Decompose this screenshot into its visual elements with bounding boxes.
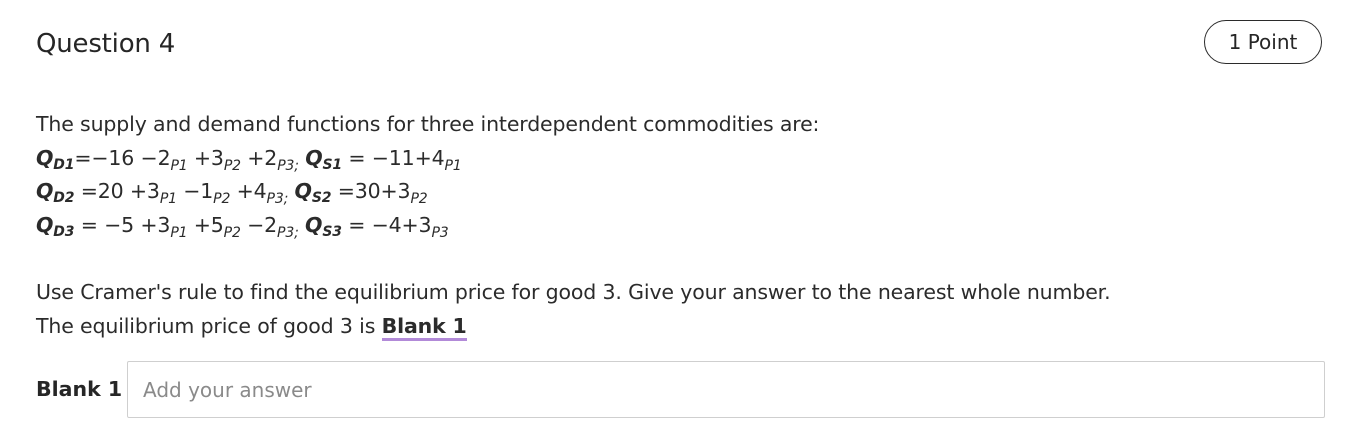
equation-row-1: QD1=−16 −2P1 +3P2 +2P3; QS1 = −11+4P1 [36,142,1326,176]
supply-expression: =30+3P2 [331,179,428,207]
demand-expression: =−16 −2P1 +3P2 +2P3; [74,145,299,174]
demand-expression: =20 +3P1 −1P2 +4P3; [74,179,289,207]
question-title: Question 4 [36,29,176,59]
equation-row-2: QD2 =20 +3P1 −1P2 +4P3; QS2 =30+3P2 [36,175,1326,209]
demand-symbol: QD2 [36,179,75,206]
demand-expression: = −5 +3P1 +5P2 −2P3; [74,212,299,241]
supply-symbol: QS2 [294,179,332,206]
answer-sentence: The equilibrium price of good 3 is Blank… [36,310,1326,344]
points-badge: 1 Point [1204,20,1322,64]
question-instruction: Use Cramer's rule to find the equilibriu… [36,280,1111,304]
question-body: The supply and demand functions for thre… [36,108,1326,343]
blank-reference-link[interactable]: Blank 1 [381,313,467,341]
supply-expression: = −11+4P1 [342,145,462,174]
answer-label: Blank 1 [36,377,123,401]
equation-row-3: QD3 = −5 +3P1 +5P2 −2P3; QS3 = −4+3P3 [36,209,1326,243]
demand-symbol: QD3 [36,212,75,240]
answer-row: Blank 1 [36,361,1326,418]
answer-input[interactable] [127,361,1325,418]
demand-symbol: QD1 [36,145,75,173]
supply-symbol: QS1 [305,145,342,173]
supply-expression: = −4+3P3 [341,212,449,241]
question-intro: The supply and demand functions for thre… [36,112,820,136]
answer-sentence-text: The equilibrium price of good 3 is [36,313,382,338]
supply-symbol: QS3 [305,212,342,240]
